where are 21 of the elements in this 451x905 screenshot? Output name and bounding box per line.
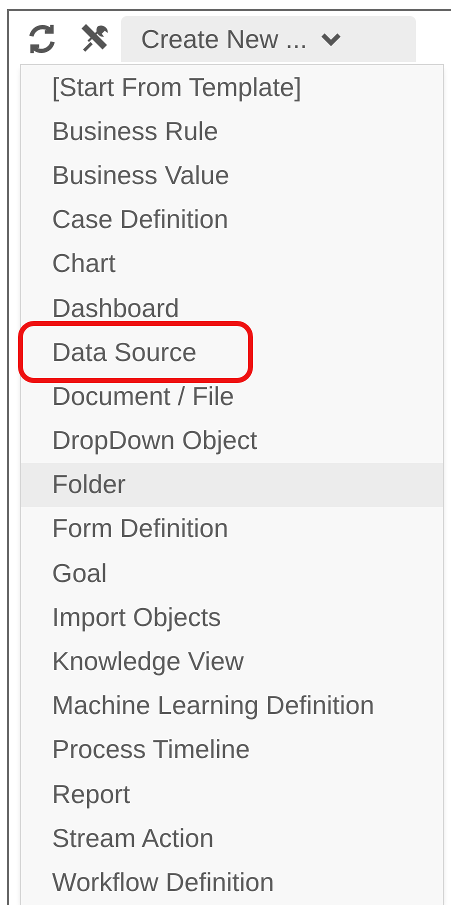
menu-item[interactable]: Case Definition (21, 198, 443, 242)
menu-item[interactable]: Machine Learning Definition (21, 684, 443, 728)
menu-item[interactable]: Process Timeline (21, 728, 443, 772)
menu-item[interactable]: Business Rule (21, 109, 443, 154)
create-new-dropdown-button[interactable]: Create New ... (121, 16, 416, 62)
menu-item[interactable]: Workflow Definition (21, 860, 443, 905)
menu-item[interactable]: Form Definition (21, 506, 443, 552)
menu-item[interactable]: Import Objects (21, 595, 443, 640)
menu-item[interactable]: Dashboard (21, 286, 443, 330)
chevron-down-icon (321, 32, 342, 46)
menu-item[interactable]: Document / File (21, 374, 443, 418)
menu-item[interactable]: Data Source (21, 330, 443, 374)
menu-item[interactable]: Goal (21, 551, 443, 596)
menu-item[interactable]: [Start From Template] (21, 65, 443, 110)
menu-item[interactable]: Stream Action (21, 816, 443, 860)
menu-item[interactable]: Folder (21, 462, 443, 507)
menu-item[interactable]: Business Value (21, 153, 443, 198)
menu-item[interactable]: Knowledge View (21, 639, 443, 684)
menu-item[interactable]: DropDown Object (21, 418, 443, 463)
menu-item[interactable]: Report (21, 772, 443, 816)
menu-item[interactable]: Chart (21, 242, 443, 286)
